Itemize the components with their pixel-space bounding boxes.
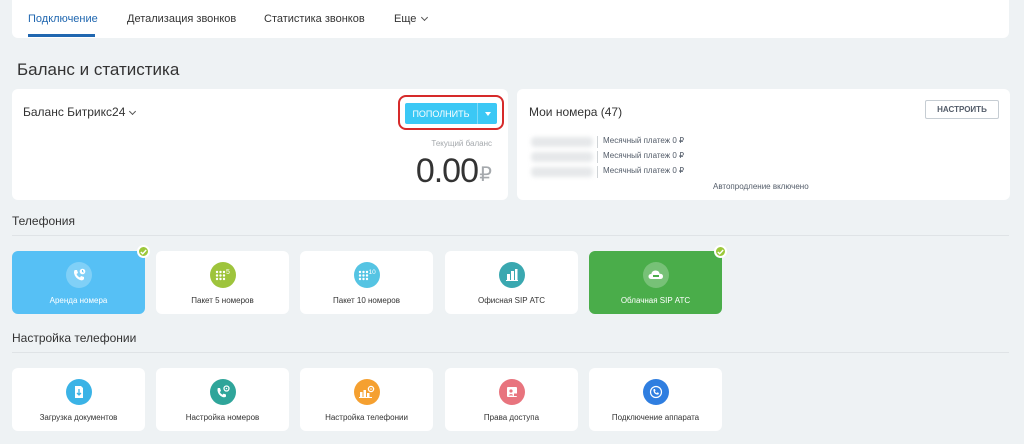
number-settings-icon xyxy=(209,379,236,405)
top-tab-bar: Подключение Детализация звонков Статисти… xyxy=(12,0,1009,38)
ruble-currency-icon: ₽ xyxy=(479,164,492,186)
tile-label: Офисная SIP АТС xyxy=(477,296,546,305)
check-icon xyxy=(137,245,150,258)
tab-more[interactable]: Еще xyxy=(394,13,429,25)
tile-cloud-pbx[interactable]: Облачная SIP АТС xyxy=(589,245,727,314)
list-item: Месячный платеж 0 ₽ xyxy=(531,150,831,164)
tile-document-upload[interactable]: Загрузка документов xyxy=(12,368,145,431)
tab-call-statistics[interactable]: Статистика звонков xyxy=(264,13,365,25)
divider xyxy=(12,352,1009,353)
phone-rent-icon xyxy=(65,262,92,288)
balance-card: Баланс Битрикс24 ПОПОЛНИТЬ Текущий балан… xyxy=(12,89,508,200)
monthly-payment: Месячный платеж 0 ₽ xyxy=(603,166,685,175)
tile-label: Права доступа xyxy=(483,413,540,422)
phone-number-blurred xyxy=(531,152,593,162)
package-10-icon: 10 xyxy=(353,262,380,288)
tile-package-10[interactable]: 10 Пакет 10 номеров xyxy=(300,251,433,314)
list-item: Месячный платеж 0 ₽ xyxy=(531,165,831,179)
device-connection-icon xyxy=(642,379,669,405)
divider xyxy=(597,166,598,178)
topup-dropdown-toggle[interactable] xyxy=(477,103,497,124)
tile-label: Облачная SIP АТС xyxy=(620,296,691,305)
tile-access-rights[interactable]: Права доступа xyxy=(445,368,578,431)
balance-selector[interactable]: Баланс Битрикс24 xyxy=(23,105,137,119)
settings-section-title: Настройка телефонии xyxy=(12,331,137,345)
tile-label: Настройка телефонии xyxy=(325,413,408,422)
chevron-down-icon xyxy=(421,13,429,22)
tab-connection[interactable]: Подключение xyxy=(28,13,98,25)
tile-label: Аренда номера xyxy=(49,296,108,305)
cloud-pbx-icon xyxy=(642,262,669,288)
topup-button[interactable]: ПОПОЛНИТЬ xyxy=(405,103,497,124)
tile-telephony-settings[interactable]: Настройка телефонии xyxy=(300,368,433,431)
office-pbx-icon xyxy=(498,262,525,288)
current-balance-label: Текущий баланс xyxy=(431,139,492,148)
document-upload-icon xyxy=(65,379,92,405)
telephony-section-title: Телефония xyxy=(12,214,75,228)
page-title: Баланс и статистика xyxy=(17,60,180,79)
tile-number-settings[interactable]: Настройка номеров xyxy=(156,368,289,431)
tile-phone-rent[interactable]: Аренда номера xyxy=(12,245,150,314)
divider xyxy=(597,151,598,163)
tab-more-label: Еще xyxy=(394,13,417,25)
svg-text:10: 10 xyxy=(368,269,376,276)
caret-down-icon xyxy=(484,111,491,116)
phone-number-blurred xyxy=(531,167,593,177)
balance-amount: 0.00 xyxy=(415,152,479,190)
tile-label: Загрузка документов xyxy=(39,413,118,422)
autorenew-status: Автопродление включено xyxy=(713,182,809,191)
svg-text:5: 5 xyxy=(226,269,230,276)
balance-title: Баланс Битрикс24 xyxy=(23,105,126,119)
tile-device-connection[interactable]: Подключение аппарата xyxy=(589,368,722,431)
my-numbers-card: Мои номера (47) НАСТРОИТЬ Месячный плате… xyxy=(517,89,1010,200)
active-tab-indicator xyxy=(28,34,95,37)
tile-office-pbx[interactable]: Офисная SIP АТС xyxy=(445,251,578,314)
tile-label: Пакет 10 номеров xyxy=(333,296,400,305)
telephony-settings-icon xyxy=(353,379,380,405)
access-rights-icon xyxy=(498,379,525,405)
divider xyxy=(597,136,598,148)
my-numbers-title: Мои номера (47) xyxy=(529,105,623,119)
tile-label: Подключение аппарата xyxy=(611,413,700,422)
tab-call-details[interactable]: Детализация звонков xyxy=(127,13,236,25)
configure-button[interactable]: НАСТРОИТЬ xyxy=(925,100,999,119)
package-5-icon: 5 xyxy=(209,262,236,288)
list-item: Месячный платеж 0 ₽ xyxy=(531,135,831,149)
tile-label: Пакет 5 номеров xyxy=(191,296,254,305)
tile-label: Настройка номеров xyxy=(185,413,260,422)
topup-button-label: ПОПОЛНИТЬ xyxy=(412,108,470,119)
divider xyxy=(12,235,1009,236)
phone-number-blurred xyxy=(531,137,593,147)
check-icon xyxy=(714,245,727,258)
monthly-payment: Месячный платеж 0 ₽ xyxy=(603,151,685,160)
tile-package-5[interactable]: 5 Пакет 5 номеров xyxy=(156,251,289,314)
chevron-down-icon xyxy=(129,107,137,116)
monthly-payment: Месячный платеж 0 ₽ xyxy=(603,136,685,145)
topup-highlight: ПОПОЛНИТЬ xyxy=(398,95,504,130)
